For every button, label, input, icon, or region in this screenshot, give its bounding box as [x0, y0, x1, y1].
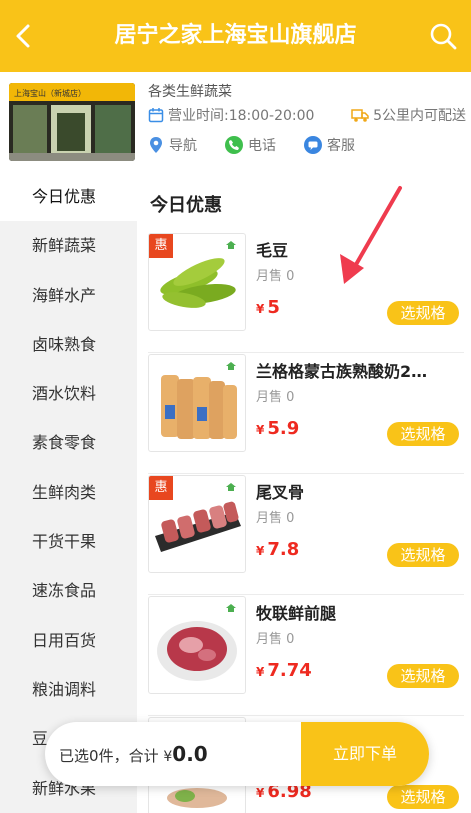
place-order-button[interactable]: 立即下单: [301, 722, 429, 786]
sidebar-item-seafood[interactable]: 海鲜水产: [0, 271, 137, 320]
product-image-pork-tail-bone[interactable]: 惠: [148, 475, 246, 573]
app-header: 居宁之家上海宝山旗舰店: [0, 0, 471, 72]
discount-badge: 惠: [149, 476, 173, 500]
sidebar-item-fresh-meat[interactable]: 生鲜肉类: [0, 468, 137, 517]
brand-logo-icon: [226, 241, 236, 249]
select-spec-button[interactable]: 选规格: [387, 664, 459, 688]
sidebar-item-frozen-food[interactable]: 速冻食品: [0, 566, 137, 615]
brand-logo-icon: [226, 483, 236, 491]
sidebar-item-grain-oil[interactable]: 粮油调料: [0, 665, 137, 714]
sidebar-item-drinks[interactable]: 酒水饮料: [0, 369, 137, 418]
divider: [148, 352, 464, 353]
truck-icon: [351, 109, 369, 122]
search-icon[interactable]: [427, 20, 459, 52]
divider: [148, 715, 464, 716]
location-pin-icon: [150, 137, 162, 153]
phone-button[interactable]: 电话: [225, 135, 276, 155]
product-item[interactable]: 兰格格蒙古族熟酸奶2… 月售 0 ¥5.9 选规格: [148, 354, 464, 474]
monthly-sales: 月售 0: [256, 632, 295, 647]
brand-logo-icon: [226, 362, 236, 370]
product-price: ¥7.8: [256, 539, 300, 560]
monthly-sales: 月售 0: [256, 269, 295, 284]
calendar-icon: [148, 108, 164, 123]
section-title: 今日优惠: [150, 195, 222, 216]
product-item[interactable]: 惠 尾叉骨 月售 0 ¥7.8 选规格: [148, 475, 464, 595]
sidebar-item-braised-food[interactable]: 卤味熟食: [0, 320, 137, 369]
divider: [148, 473, 464, 474]
cart-bar: 已选0件，合计 ¥0.0 立即下单: [45, 722, 429, 786]
store-title: 居宁之家上海宝山旗舰店: [114, 23, 357, 48]
select-spec-button[interactable]: 选规格: [387, 422, 459, 446]
back-arrow-icon[interactable]: [10, 20, 38, 52]
product-name[interactable]: 毛豆: [256, 237, 446, 261]
brand-logo-icon: [226, 604, 236, 612]
product-item[interactable]: 牧联鲜前腿 月售 0 ¥7.74 选规格: [148, 596, 464, 716]
product-name[interactable]: 兰格格蒙古族熟酸奶2…: [256, 358, 446, 382]
cart-summary: 已选0件，合计 ¥0.0: [59, 742, 208, 766]
product-image-yogurt[interactable]: [148, 354, 246, 452]
product-name[interactable]: 尾叉骨: [256, 479, 446, 503]
monthly-sales: 月售 0: [256, 511, 295, 526]
monthly-sales: 月售 0: [256, 390, 295, 405]
product-image-edamame[interactable]: 惠: [148, 233, 246, 331]
divider: [148, 594, 464, 595]
product-image-front-leg[interactable]: [148, 596, 246, 694]
category-sidebar: 今日优惠 新鲜蔬菜 海鲜水产 卤味熟食 酒水饮料 素食零食 生鲜肉类 干货干果 …: [0, 172, 137, 813]
product-price: ¥7.74: [256, 660, 312, 681]
product-name[interactable]: 牧联鲜前腿: [256, 600, 446, 624]
cart-total: 0.0: [172, 742, 208, 766]
select-spec-button[interactable]: 选规格: [387, 785, 459, 809]
selected-count: 0: [89, 747, 99, 765]
sidebar-item-today-deals[interactable]: 今日优惠: [0, 172, 137, 222]
storefront-image: 上海宝山（新城店）: [9, 83, 135, 161]
store-category: 各类生鲜蔬菜: [148, 84, 232, 100]
sidebar-item-snacks[interactable]: 素食零食: [0, 418, 137, 467]
customer-service-label: 客服: [327, 138, 355, 154]
product-price: ¥5: [256, 297, 280, 318]
store-info: 上海宝山（新城店） 各类生鲜蔬菜 营业时间:18:00-20:00 5公里内可配…: [0, 72, 471, 172]
select-spec-button[interactable]: 选规格: [387, 301, 459, 325]
chat-icon: [304, 136, 322, 154]
navigate-button[interactable]: 导航: [148, 135, 197, 155]
delivery-range: 5公里内可配送: [373, 108, 466, 124]
sidebar-item-daily-goods[interactable]: 日用百货: [0, 616, 137, 665]
product-item[interactable]: 惠 毛豆 月售 0 ¥5 选规格: [148, 233, 464, 353]
store-hours: 营业时间:18:00-20:00: [168, 108, 315, 124]
product-list: 今日优惠 惠 毛豆 月售 0 ¥5 选规格 兰格格蒙古族熟酸奶2… 月售 0 ¥…: [137, 172, 471, 813]
sidebar-item-dried-goods[interactable]: 干货干果: [0, 517, 137, 566]
phone-label: 电话: [248, 138, 276, 154]
select-spec-button[interactable]: 选规格: [387, 543, 459, 567]
storefront-sign-text: 上海宝山（新城店）: [14, 88, 86, 98]
sidebar-item-fresh-vegetables[interactable]: 新鲜蔬菜: [0, 221, 137, 270]
phone-icon: [225, 136, 243, 154]
navigate-label: 导航: [169, 138, 197, 154]
product-price: ¥5.9: [256, 418, 300, 439]
discount-badge: 惠: [149, 234, 173, 258]
customer-service-button[interactable]: 客服: [304, 135, 355, 155]
